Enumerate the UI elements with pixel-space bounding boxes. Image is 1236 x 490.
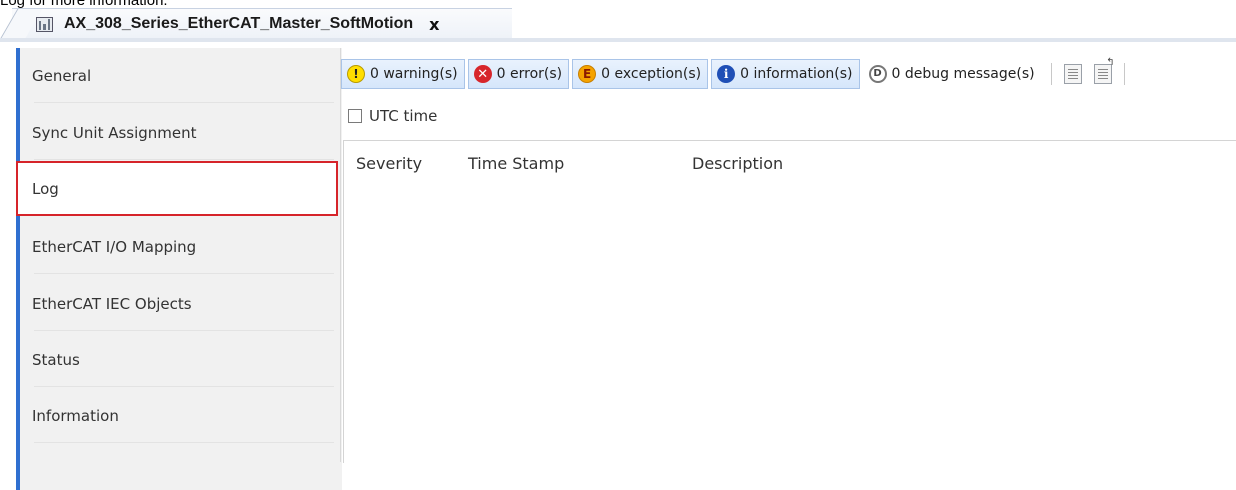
information-icon: i [717, 65, 736, 83]
copy-log-icon[interactable] [1063, 64, 1082, 84]
sidebar-item-label: Information [32, 406, 119, 425]
debug-count: 0 debug message(s) [891, 66, 1035, 82]
sidebar-item-ethercat-iec-objects[interactable]: EtherCAT IEC Objects [20, 276, 338, 331]
document-tab[interactable]: AX_308_Series_EtherCAT_Master_SoftMotion… [12, 8, 512, 39]
utc-time-label: UTC time [369, 107, 438, 125]
log-toolbar: ! 0 warning(s) ✕ 0 error(s) E 0 exceptio… [341, 57, 1236, 90]
sidebar-item-label: General [32, 66, 92, 85]
sidebar-item-general[interactable]: General [20, 48, 338, 103]
exception-icon: E [578, 65, 597, 83]
sidebar-item-label: Log [32, 179, 59, 198]
sidebar-item-log[interactable]: Log [16, 161, 338, 216]
column-header-severity[interactable]: Severity [356, 154, 422, 173]
sidebar-item-label: EtherCAT I/O Mapping [32, 237, 197, 256]
debug-filter-button[interactable]: D 0 debug message(s) [863, 59, 1042, 89]
sidebar-item-label: EtherCAT IEC Objects [32, 294, 192, 313]
sidebar-item-sync-unit-assignment[interactable]: Sync Unit Assignment [20, 105, 338, 160]
column-header-time-stamp[interactable]: Time Stamp [468, 154, 564, 173]
warnings-count: 0 warning(s) [370, 66, 458, 82]
log-table: Severity Time Stamp Description [343, 140, 1236, 463]
errors-filter-button[interactable]: ✕ 0 error(s) [467, 59, 570, 89]
column-header-description[interactable]: Description [692, 154, 783, 173]
exceptions-filter-button[interactable]: E 0 exception(s) [572, 59, 709, 89]
toolbar-separator [1050, 63, 1052, 85]
exceptions-count: 0 exception(s) [601, 66, 702, 82]
utc-time-checkbox[interactable] [348, 109, 362, 123]
sidebar-item-label: Status [32, 350, 80, 369]
export-log-icon[interactable] [1093, 57, 1115, 84]
debug-icon: D [868, 65, 887, 83]
page-caption: Log for more information. [0, 0, 168, 9]
warning-icon: ! [347, 65, 365, 83]
sidebar-item-information[interactable]: Information [20, 388, 338, 443]
panel-divider [340, 48, 341, 462]
editor-sidebar: General Sync Unit Assignment Log EtherCA… [16, 48, 342, 490]
error-icon: ✕ [473, 65, 492, 83]
utc-time-option[interactable]: UTC time [348, 107, 437, 125]
information-count: 0 information(s) [740, 66, 853, 82]
sidebar-item-ethercat-io-mapping[interactable]: EtherCAT I/O Mapping [20, 219, 338, 274]
warnings-filter-button[interactable]: ! 0 warning(s) [341, 59, 465, 89]
device-icon [36, 16, 53, 32]
sidebar-item-status[interactable]: Status [20, 332, 338, 387]
tabstrip-divider [0, 38, 1236, 42]
document-tabstrip: AX_308_Series_EtherCAT_Master_SoftMotion… [0, 8, 1236, 39]
toolbar-separator [1123, 63, 1125, 85]
errors-count: 0 error(s) [496, 66, 563, 82]
document-tab-title: AX_308_Series_EtherCAT_Master_SoftMotion [64, 15, 414, 32]
information-filter-button[interactable]: i 0 information(s) [711, 59, 860, 89]
sidebar-item-label: Sync Unit Assignment [32, 123, 197, 142]
close-icon[interactable]: x [429, 15, 439, 34]
